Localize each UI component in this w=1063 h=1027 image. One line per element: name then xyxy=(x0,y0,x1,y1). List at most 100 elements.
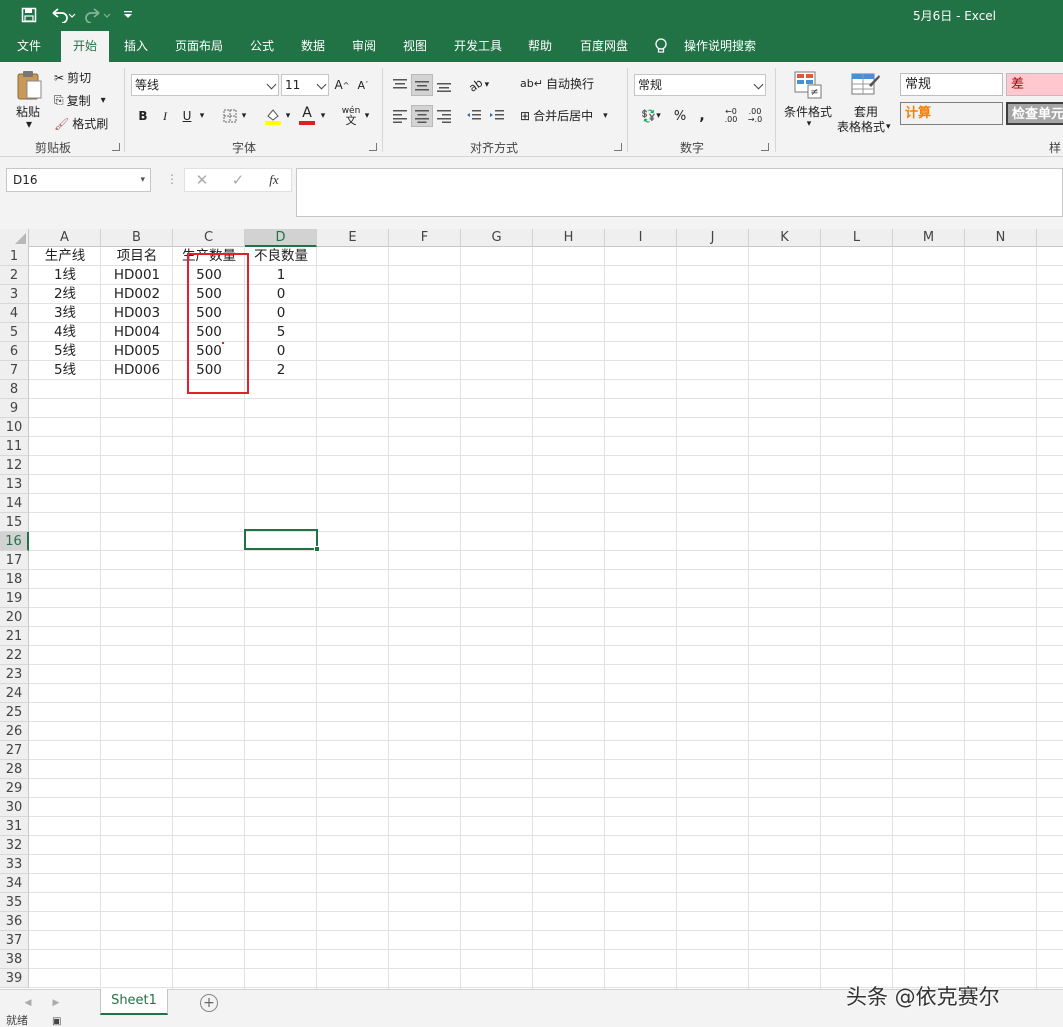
cell-a2[interactable]: 1线 xyxy=(29,266,101,285)
underline-icon[interactable]: U xyxy=(178,105,196,127)
row-header-25[interactable]: 25 xyxy=(0,703,29,722)
cell-a3[interactable]: 2线 xyxy=(29,285,101,304)
comma-style-icon[interactable]: , xyxy=(692,105,712,127)
align-right-icon[interactable] xyxy=(434,105,454,127)
tab-page-layout[interactable]: 页面布局 xyxy=(163,31,235,62)
align-bottom-icon[interactable] xyxy=(434,74,454,96)
cell-a6[interactable]: 5线 xyxy=(29,342,101,361)
row-header-17[interactable]: 17 xyxy=(0,551,29,570)
style-normal[interactable]: 常规 xyxy=(900,73,1003,96)
tab-data[interactable]: 数据 xyxy=(290,31,336,62)
number-format-select[interactable]: 常规 xyxy=(634,74,766,96)
row-header-18[interactable]: 18 xyxy=(0,570,29,589)
format-painter-button[interactable]: 🖌 格式刷 xyxy=(54,115,108,132)
cell-b3[interactable]: HD002 xyxy=(101,285,173,304)
row-header-8[interactable]: 8 xyxy=(0,380,29,399)
prev-sheet-icon[interactable]: ◀ xyxy=(22,996,34,1010)
cell-d6[interactable]: 0 xyxy=(245,342,317,361)
row-header-22[interactable]: 22 xyxy=(0,646,29,665)
column-header-n[interactable]: N xyxy=(965,229,1037,247)
row-header-35[interactable]: 35 xyxy=(0,893,29,912)
number-launcher-icon[interactable] xyxy=(761,143,769,151)
font-size-select[interactable]: 11 xyxy=(281,74,329,96)
undo-icon[interactable] xyxy=(48,5,78,25)
cell-a4[interactable]: 3线 xyxy=(29,304,101,323)
tab-review[interactable]: 审阅 xyxy=(341,31,387,62)
row-header-2[interactable]: 2 xyxy=(0,266,29,285)
row-header-7[interactable]: 7 xyxy=(0,361,29,380)
active-cell[interactable] xyxy=(244,529,320,552)
row-header-39[interactable]: 39 xyxy=(0,969,29,988)
italic-icon[interactable]: I xyxy=(156,105,174,127)
row-header-26[interactable]: 26 xyxy=(0,722,29,741)
increase-indent-icon[interactable] xyxy=(487,105,507,127)
tab-baidu-netdisk[interactable]: 百度网盘 xyxy=(569,31,639,62)
row-header-30[interactable]: 30 xyxy=(0,798,29,817)
add-sheet-icon[interactable]: + xyxy=(200,994,218,1012)
font-color-dropdown-icon[interactable]: ▾ xyxy=(318,107,328,125)
macro-record-icon[interactable]: ▣ xyxy=(52,1017,61,1027)
row-header-12[interactable]: 12 xyxy=(0,456,29,475)
row-header-33[interactable]: 33 xyxy=(0,855,29,874)
merge-center-button[interactable]: ⊞ 合并后居中 ▾ xyxy=(520,107,608,124)
align-middle-icon[interactable] xyxy=(411,74,433,96)
row-header-4[interactable]: 4 xyxy=(0,304,29,323)
cell-d5[interactable]: 5 xyxy=(245,323,317,342)
shrink-font-icon[interactable]: Aˇ xyxy=(354,75,372,95)
column-header-a[interactable]: A xyxy=(29,229,101,247)
column-header-i[interactable]: I xyxy=(605,229,677,247)
conditional-format-icon[interactable]: ≠ xyxy=(792,70,824,100)
row-header-11[interactable]: 11 xyxy=(0,437,29,456)
borders-dropdown-icon[interactable]: ▾ xyxy=(239,107,249,125)
worksheet-grid[interactable]: ABCDEFGHIJKLMN 1 2 3 4 5 6 7 8 9 10 11 12 13 14 15 16 17… xyxy=(0,229,1063,989)
row-header-23[interactable]: 23 xyxy=(0,665,29,684)
fill-color-icon[interactable] xyxy=(263,105,283,127)
fill-color-dropdown-icon[interactable]: ▾ xyxy=(283,107,293,125)
column-header-k[interactable]: K xyxy=(749,229,821,247)
column-header-b[interactable]: B xyxy=(101,229,173,247)
style-check-cell[interactable]: 检查单元 xyxy=(1006,102,1063,125)
row-header-31[interactable]: 31 xyxy=(0,817,29,836)
tab-help[interactable]: 帮助 xyxy=(517,31,563,62)
cell-d4[interactable]: 0 xyxy=(245,304,317,323)
clipboard-launcher-icon[interactable] xyxy=(112,143,120,151)
bold-icon[interactable]: B xyxy=(134,105,152,127)
font-color-icon[interactable]: A xyxy=(297,103,317,127)
copy-button[interactable]: ⎘ 复制 ▾ xyxy=(54,92,106,109)
cell-a5[interactable]: 4线 xyxy=(29,323,101,342)
tab-file[interactable]: 文件 xyxy=(5,31,53,62)
cell-b7[interactable]: HD006 xyxy=(101,361,173,380)
conditional-dropdown-icon[interactable]: ▾ xyxy=(804,119,814,129)
row-header-24[interactable]: 24 xyxy=(0,684,29,703)
row-header-36[interactable]: 36 xyxy=(0,912,29,931)
column-header-d[interactable]: D xyxy=(245,229,317,247)
tab-view[interactable]: 视图 xyxy=(392,31,438,62)
column-header-f[interactable]: F xyxy=(389,229,461,247)
underline-dropdown-icon[interactable]: ▾ xyxy=(197,107,207,125)
column-header-m[interactable]: M xyxy=(893,229,965,247)
font-name-select[interactable]: 等线 xyxy=(131,74,279,96)
style-bad[interactable]: 差 xyxy=(1006,73,1063,96)
orientation-icon[interactable]: ab ▾ xyxy=(464,74,494,96)
row-header-1[interactable]: 1 xyxy=(0,247,29,266)
tell-me-search[interactable]: 操作说明搜索 xyxy=(678,31,762,62)
row-header-21[interactable]: 21 xyxy=(0,627,29,646)
cell-d2[interactable]: 1 xyxy=(245,266,317,285)
font-launcher-icon[interactable] xyxy=(369,143,377,151)
row-header-10[interactable]: 10 xyxy=(0,418,29,437)
cell-d1[interactable]: 不良数量 xyxy=(245,247,317,266)
cell-d3[interactable]: 0 xyxy=(245,285,317,304)
row-header-38[interactable]: 38 xyxy=(0,950,29,969)
row-header-6[interactable]: 6 xyxy=(0,342,29,361)
row-header-19[interactable]: 19 xyxy=(0,589,29,608)
wrap-text-button[interactable]: ab↵ 自动换行 xyxy=(520,75,594,92)
style-calculation[interactable]: 计算 xyxy=(900,102,1003,125)
align-left-icon[interactable] xyxy=(390,105,410,127)
next-sheet-icon[interactable]: ▶ xyxy=(50,996,62,1010)
cell-b1[interactable]: 项目名 xyxy=(101,247,173,266)
increase-decimal-icon[interactable]: ←0.00 xyxy=(720,105,742,127)
cell-b2[interactable]: HD001 xyxy=(101,266,173,285)
cell-d7[interactable]: 2 xyxy=(245,361,317,380)
decrease-decimal-icon[interactable]: .00 →.0 xyxy=(744,105,766,127)
borders-icon[interactable] xyxy=(221,105,239,127)
